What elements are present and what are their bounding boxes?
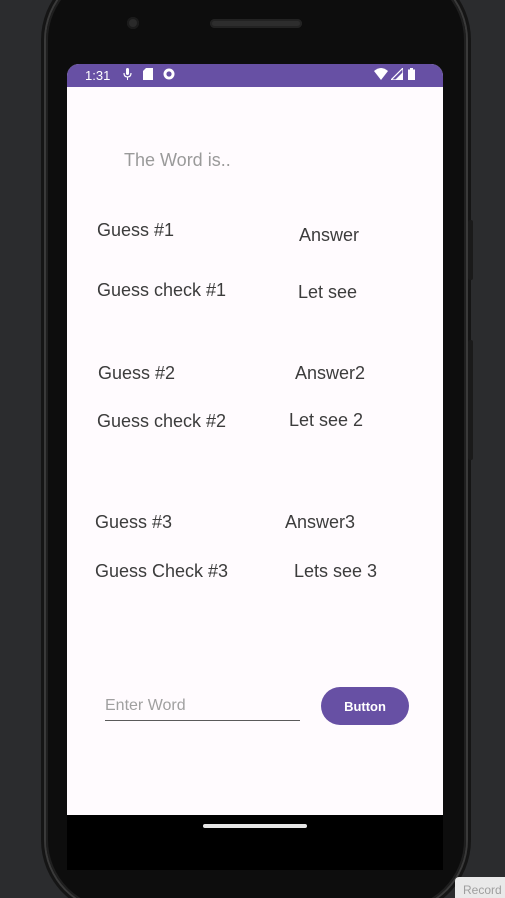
guess-1-label: Guess #1 [97,220,175,240]
word-label: The Word is.. [124,150,231,170]
camera-icon [127,17,139,29]
battery-icon [408,68,415,84]
sd-card-icon [143,68,153,84]
mic-icon [123,68,132,84]
guess-3-label: Guess #3 [95,512,173,532]
let-see-2-label: Let see 2 [289,410,364,430]
answer-2-label: Answer2 [295,363,366,383]
signal-icon [389,66,404,84]
guess-2-label: Guess #2 [98,363,176,383]
answer-1-label: Answer [299,225,360,245]
word-input-field[interactable] [105,694,300,721]
submit-button[interactable]: Button [321,687,409,725]
page: 1:31 The Word is.. Guess #1 Answer Guess… [0,0,505,898]
power-button [468,220,473,280]
wifi-icon [374,68,388,84]
answer-3-label: Answer3 [285,512,356,532]
record-icon [163,68,175,84]
let-see-1-label: Let see [298,282,358,302]
app-screen: 1:31 The Word is.. Guess #1 Answer Guess… [67,64,443,815]
speaker-grille [210,19,302,28]
status-bar: 1:31 [67,64,443,87]
guess-check-2-label: Guess check #2 [97,411,227,431]
word-input[interactable] [105,694,295,718]
let-see-3-label: Lets see 3 [294,561,378,581]
status-time: 1:31 [85,68,111,83]
record-overlay[interactable]: Record [455,877,505,898]
guess-check-3-label: Guess Check #3 [95,561,229,581]
volume-button [468,340,473,460]
home-gesture-bar[interactable] [203,824,307,828]
guess-check-1-label: Guess check #1 [97,280,227,300]
